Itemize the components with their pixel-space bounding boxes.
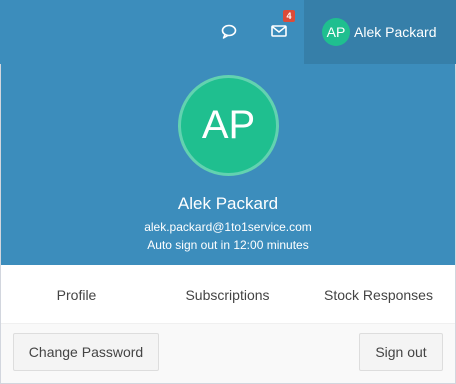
- user-full-name: Alek Packard: [177, 194, 279, 213]
- user-header: AP Alek Packard alek.packard@1to1service…: [1, 64, 455, 265]
- user-footer: Change Password Sign out: [1, 324, 455, 383]
- user-dropdown-menu: AP Alek Packard alek.packard@1to1service…: [0, 64, 456, 384]
- subscriptions-link[interactable]: Subscriptions: [152, 287, 303, 303]
- user-email: alek.packard@1to1service.com: [144, 220, 312, 234]
- user-menu-name: Alek Packard: [354, 24, 437, 40]
- user-avatar-small: AP: [322, 18, 350, 46]
- top-navbar: 4 AP Alek Packard: [0, 0, 456, 64]
- envelope-icon[interactable]: [268, 20, 290, 42]
- user-avatar-large: AP: [178, 75, 279, 176]
- chat-bubble-glyph: [221, 24, 237, 39]
- change-password-button[interactable]: Change Password: [13, 333, 159, 371]
- user-menu-toggle[interactable]: AP Alek Packard: [304, 0, 456, 64]
- auto-signout-timer: Auto sign out in 12:00 minutes: [147, 238, 309, 252]
- envelope-glyph: [271, 25, 287, 37]
- chat-bubble-icon[interactable]: [218, 20, 240, 42]
- mail-count-badge: 4: [283, 10, 295, 22]
- profile-link[interactable]: Profile: [1, 287, 152, 303]
- stock-responses-link[interactable]: Stock Responses: [303, 287, 454, 303]
- sign-out-button[interactable]: Sign out: [359, 333, 443, 371]
- user-body-links: Profile Subscriptions Stock Responses: [1, 265, 455, 324]
